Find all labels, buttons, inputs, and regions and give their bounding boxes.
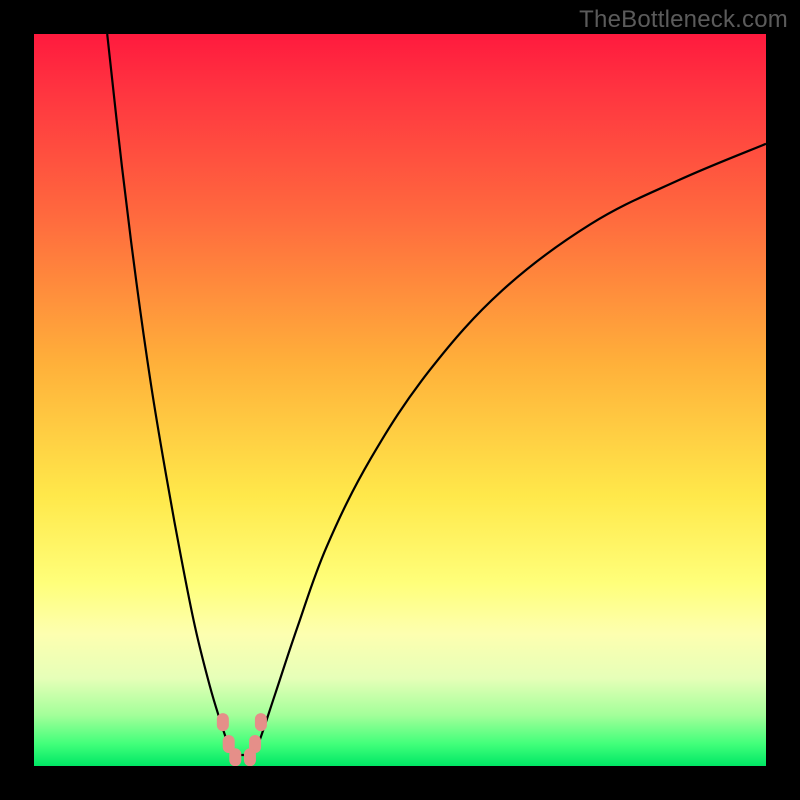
plot-area: [34, 34, 766, 766]
curves-svg: [34, 34, 766, 766]
curve-left-branch: [107, 34, 231, 755]
floor-marker-left: [229, 748, 241, 766]
right-marker-upper: [255, 713, 267, 731]
left-marker-upper: [217, 713, 229, 731]
attribution-text: TheBottleneck.com: [579, 6, 788, 34]
floor-marker-right: [244, 748, 256, 766]
chart-frame: TheBottleneck.com: [0, 0, 800, 800]
curve-right-branch: [254, 144, 766, 755]
markers-group: [217, 713, 267, 766]
